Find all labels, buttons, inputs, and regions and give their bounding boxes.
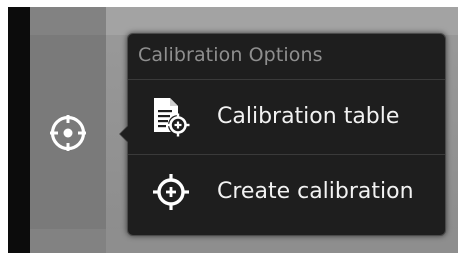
- menu-item-create-calibration[interactable]: Create calibration: [128, 155, 445, 229]
- background-top: [106, 7, 458, 35]
- menu-item-label: Calibration table: [217, 104, 400, 129]
- menu-item-label: Create calibration: [217, 179, 414, 204]
- popup-pointer-fill: [120, 126, 128, 142]
- crosshair-icon: [50, 115, 86, 151]
- menu-item-calibration-table[interactable]: Calibration table: [128, 80, 445, 154]
- popup-title: Calibration Options: [138, 44, 323, 66]
- calibration-options-button[interactable]: [48, 113, 88, 153]
- crosshair-plus-icon: [150, 171, 192, 213]
- app-screen: Calibration Options Calibration table Cr…: [8, 7, 458, 253]
- screen-edge: [8, 7, 30, 253]
- calibration-options-popup: Calibration Options Calibration table Cr…: [119, 33, 446, 236]
- calibration-table-icon: [150, 96, 192, 138]
